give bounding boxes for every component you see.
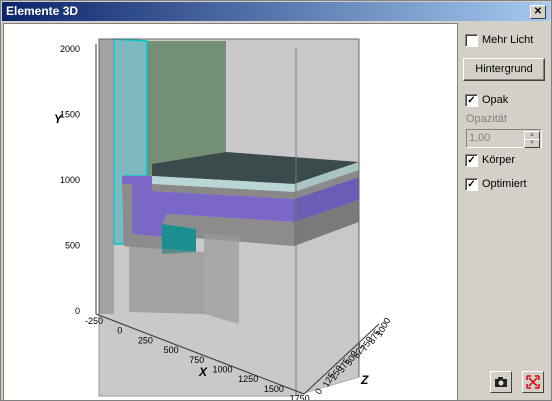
- lower-box-left: [129, 246, 204, 314]
- y-tick-label: 500: [65, 241, 80, 251]
- opazitaet-value[interactable]: 1,00: [469, 132, 490, 144]
- hintergrund-button[interactable]: Hintergrund: [463, 58, 545, 81]
- x-tick-label: 250: [138, 335, 153, 345]
- window-title: Elemente 3D: [6, 4, 79, 18]
- y-tick-label: 0: [75, 306, 80, 316]
- opazitaet-spinner[interactable]: 1,00 ▲ ▼: [466, 129, 542, 148]
- mehr-licht-label: Mehr Licht: [482, 34, 534, 46]
- close-icon: ✕: [533, 6, 543, 17]
- camera-icon: [495, 377, 507, 387]
- x-tick-label: 750: [189, 355, 204, 365]
- x-tick-label: 0: [117, 326, 122, 336]
- z-axis-title: Z: [360, 373, 369, 387]
- spin-down-icon[interactable]: ▼: [524, 139, 540, 148]
- x-axis-title: X: [198, 365, 208, 379]
- close-button[interactable]: ✕: [530, 5, 546, 19]
- fit-view-button[interactable]: [522, 371, 544, 393]
- y-axis-title: Y: [54, 112, 63, 126]
- y-tick-label: 1500: [60, 110, 80, 120]
- opak-label: Opak: [482, 94, 509, 106]
- koerper-checkbox[interactable]: ✓: [465, 154, 478, 167]
- lower-box-right: [204, 234, 239, 324]
- x-tick-label: 500: [164, 345, 179, 355]
- y-tick-label: 1000: [60, 175, 80, 185]
- optimiert-checkbox[interactable]: ✓: [465, 178, 478, 191]
- z-tick-label: 1000: [374, 316, 393, 338]
- opak-checkbox[interactable]: ✓: [465, 94, 478, 107]
- optimiert-label: Optimiert: [482, 178, 527, 190]
- options-panel: Mehr Licht Hintergrund ✓ Opak Opazität 1…: [459, 23, 551, 399]
- x-tick-label: 1750: [290, 394, 310, 400]
- left-wall-side: [99, 39, 114, 314]
- koerper-label: Körper: [482, 154, 516, 166]
- camera-button[interactable]: [490, 371, 512, 393]
- fit-view-icon: [526, 375, 540, 389]
- elemente-3d-window: Elemente 3D ✕ 0 500 1000 1500 2000 -250 …: [0, 0, 552, 401]
- x-tick-label: 1250: [238, 374, 258, 384]
- opazitaet-label: Opazität: [466, 113, 507, 125]
- mehr-licht-checkbox[interactable]: [465, 34, 478, 47]
- 3d-scene[interactable]: 0 500 1000 1500 2000 -250 0 250 500 750 1000 1250 1…: [4, 24, 457, 400]
- 3d-viewport[interactable]: 0 500 1000 1500 2000 -250 0 250 500 750 1000 1250 1…: [3, 23, 458, 401]
- x-tick-label: 1500: [264, 384, 284, 394]
- x-tick-label: -250: [85, 316, 103, 326]
- x-tick-label: 1000: [212, 365, 232, 375]
- title-bar[interactable]: Elemente 3D ✕: [2, 2, 550, 21]
- y-tick-label: 2000: [60, 44, 80, 54]
